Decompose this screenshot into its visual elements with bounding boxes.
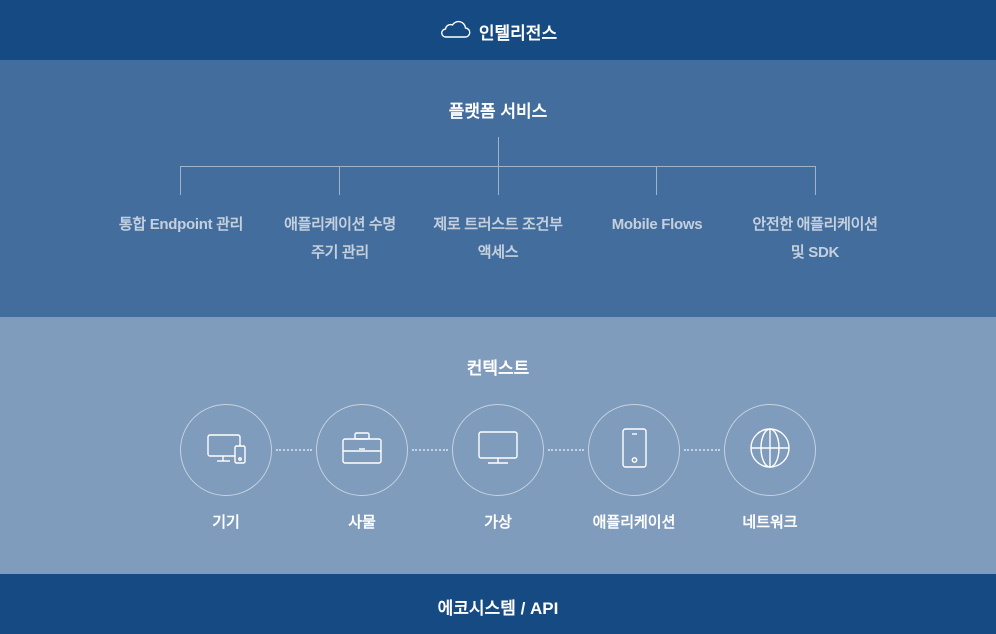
context-label-devices: 기기 xyxy=(212,514,240,531)
service-label: 애플리케이션 수명 xyxy=(284,216,396,233)
service-label-line2: 및 SDK xyxy=(790,244,840,261)
context-label-things: 사물 xyxy=(348,514,376,531)
service-mobile-flows: Mobile Flows xyxy=(577,211,737,239)
context-node-network xyxy=(724,404,816,496)
connector-dots xyxy=(276,449,312,451)
service-label-line2: 액세스 xyxy=(477,244,519,261)
cloud-icon xyxy=(439,18,471,45)
context-node-things xyxy=(316,404,408,496)
ecosystem-section: 에코시스템 / API xyxy=(0,574,996,634)
briefcase-icon xyxy=(340,428,384,473)
platform-services-section: 플랫폼 서비스 통합 Endpoint 관리 애플리케이션 수명 주기 관리 제… xyxy=(0,60,996,317)
connector-dots xyxy=(684,449,720,451)
context-section: 컨텍스트 기기 사물 가상 애플리케이션 네트워크 xyxy=(0,317,996,574)
service-label: 제로 트러스트 조건부 xyxy=(433,216,563,233)
service-tree-connector xyxy=(180,137,816,195)
smartphone-icon xyxy=(612,427,656,473)
service-app-lifecycle-management: 애플리케이션 수명 주기 관리 xyxy=(260,211,420,267)
context-node-devices xyxy=(180,404,272,496)
context-node-virtual xyxy=(452,404,544,496)
devices-icon xyxy=(204,428,248,473)
service-label-line2: 주기 관리 xyxy=(311,244,369,261)
intelligence-header: 인텔리전스 xyxy=(0,18,996,45)
service-unified-endpoint-management: 통합 Endpoint 관리 xyxy=(101,211,261,239)
ecosystem-title: 에코시스템 / API xyxy=(437,599,559,618)
context-node-applications xyxy=(588,404,680,496)
monitor-icon xyxy=(476,428,520,473)
context-label-applications: 애플리케이션 xyxy=(592,514,676,531)
globe-icon xyxy=(748,427,792,473)
context-label-network: 네트워크 xyxy=(742,514,798,531)
service-secure-apps-sdk: 안전한 애플리케이션 및 SDK xyxy=(735,211,895,267)
intelligence-title: 인텔리전스 xyxy=(478,24,558,43)
service-zero-trust-access: 제로 트러스트 조건부 액세스 xyxy=(418,211,578,267)
service-label: 통합 Endpoint 관리 xyxy=(118,216,244,233)
connector-dots xyxy=(412,449,448,451)
service-label: 안전한 애플리케이션 xyxy=(752,216,878,233)
connector-dots xyxy=(548,449,584,451)
context-title: 컨텍스트 xyxy=(466,359,530,378)
service-label: Mobile Flows xyxy=(611,216,703,233)
intelligence-section: 인텔리전스 xyxy=(0,0,996,60)
context-label-virtual: 가상 xyxy=(484,514,512,531)
